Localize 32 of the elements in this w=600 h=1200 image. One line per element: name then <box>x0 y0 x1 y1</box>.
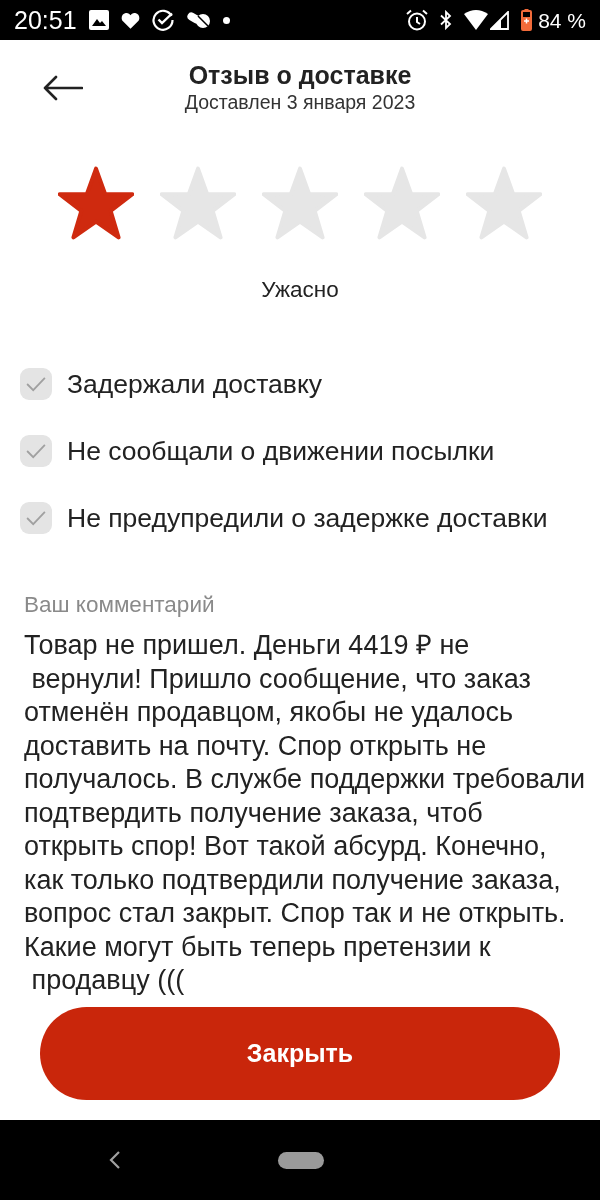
checkbox[interactable] <box>20 502 52 534</box>
cell-signal-icon <box>490 10 510 30</box>
checkbox[interactable] <box>20 368 52 400</box>
home-button[interactable] <box>278 1151 324 1169</box>
star-icon[interactable] <box>58 166 134 240</box>
check-circle-icon <box>151 9 174 31</box>
battery-icon <box>521 9 533 31</box>
image-icon <box>88 10 109 30</box>
screen-title: Отзыв о доставке <box>188 61 412 89</box>
checkmark-icon <box>26 376 46 392</box>
back-button[interactable] <box>43 75 83 101</box>
alarm-clock-icon <box>406 9 429 31</box>
reason-label: Не сообщали о движении посылки <box>67 435 495 467</box>
checkmark-icon <box>26 510 46 526</box>
rating-label: Ужасно <box>261 277 339 303</box>
status-time: 20:51 <box>14 7 77 33</box>
close-button[interactable]: Закрыть <box>40 1007 560 1100</box>
reason-label: Задержали доставку <box>67 368 323 400</box>
dot-icon <box>222 16 230 24</box>
star-rating[interactable] <box>58 166 542 240</box>
heart-icon <box>120 11 140 29</box>
pills-icon <box>185 11 211 29</box>
bluetooth-icon <box>440 10 453 30</box>
battery-percent: 84 % <box>538 9 586 31</box>
wifi-icon <box>464 10 489 30</box>
checkbox[interactable] <box>20 435 52 467</box>
arrow-left-icon <box>43 75 83 101</box>
delivery-date: Доставлен 3 января 2023 <box>184 91 416 113</box>
reason-label: Не предупредили о задержке доставки <box>67 502 548 534</box>
checkmark-icon <box>26 443 46 459</box>
comment-label: Ваш комментарий <box>24 592 216 618</box>
comment-text: Товар не пришел. Деньги 4419 ₽ не вернули! Пришло сообщение, что заказ отменён продавцом, якобы не удалось доставить на почту. Спор открыть не получалось. В службе поддержки требовали подтвердить получение заказа, чтоб открыть спор! Вот такой абсурд. Конечно, как только подтвердили получение заказа, вопрос стал закрыт. Спор так и не открыть. Какие могут быть теперь претензии к продавцу ((( <box>24 629 587 997</box>
